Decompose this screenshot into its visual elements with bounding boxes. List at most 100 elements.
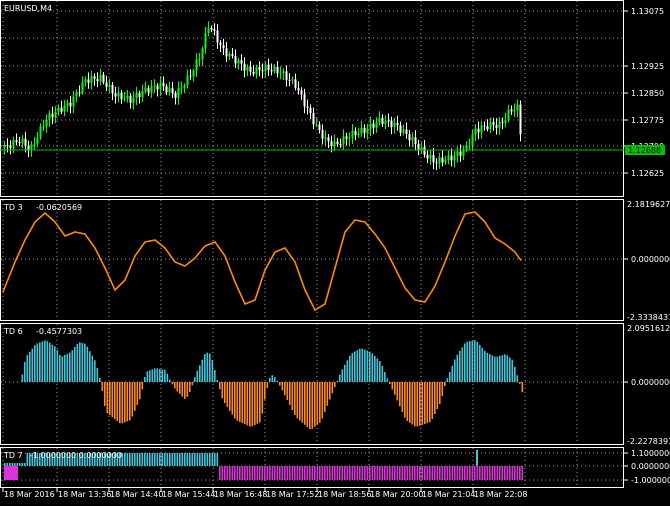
td6-bar [521, 382, 524, 393]
td7-bar [364, 466, 366, 480]
td6-bar [519, 382, 521, 384]
td6-bar [29, 351, 31, 382]
td6-bar [316, 382, 319, 425]
td6-bar [486, 352, 489, 383]
candle-body [519, 104, 522, 135]
td6-bar [254, 382, 256, 425]
td7-bar [296, 466, 299, 480]
td7-axis-top: 1.1000000 [631, 449, 670, 458]
price-tick: 1.12850 [631, 89, 664, 98]
candle-body [327, 137, 330, 142]
td7-bar [484, 466, 486, 480]
td6-bar [41, 341, 44, 382]
candle-body [36, 137, 39, 144]
td6-bar [324, 382, 326, 412]
candle-body [204, 32, 207, 49]
td6-bar [36, 343, 39, 382]
td7-bar [311, 466, 314, 480]
candle-body [195, 59, 198, 71]
candle-body [186, 75, 189, 86]
td7-bar [406, 466, 409, 480]
time-tick: 18 Mar 16:48 [214, 490, 267, 499]
td6-bar [366, 350, 369, 382]
candle-body [501, 121, 504, 123]
td6-bar [26, 355, 29, 382]
td7-bar [144, 453, 146, 466]
td6-bar [456, 354, 459, 383]
td6-bar [89, 351, 91, 382]
td6-bar [159, 368, 161, 382]
candle-body [153, 85, 156, 87]
td7-bar [506, 466, 509, 480]
td6-bar [474, 340, 476, 382]
candle-body [60, 107, 63, 112]
td7-bar [131, 453, 134, 466]
td7-bar [369, 466, 371, 480]
td6-bar [281, 382, 284, 391]
candle-body [222, 45, 225, 49]
td7-label: TD 7 [3, 451, 23, 460]
td6-bar [206, 352, 209, 382]
td6-bar [516, 375, 519, 382]
td7-bar [214, 453, 216, 466]
td6-bar [256, 382, 259, 424]
td7-bar [504, 466, 506, 480]
td7-bar [141, 453, 144, 466]
td6-bar [231, 382, 234, 415]
td6-bar [51, 344, 54, 383]
candle-body [6, 145, 9, 147]
candle-body [408, 133, 411, 141]
td7-bar [16, 463, 19, 466]
candle-body [480, 125, 483, 133]
td7-bar [511, 466, 514, 480]
td6-bar [46, 341, 49, 383]
td6-bar [349, 355, 351, 382]
candle-body [354, 130, 357, 136]
candle-body [486, 126, 489, 130]
td7-axis: 1.1000000 0.0000000 -1.0000000 [624, 449, 670, 485]
candle-body [156, 85, 159, 90]
candle-body [120, 92, 123, 100]
candle-body [339, 144, 342, 146]
td6-bar [194, 377, 196, 382]
td6-bar [386, 378, 389, 383]
td6-bar [174, 382, 176, 389]
price-tick: 1.12925 [631, 62, 664, 71]
candle-body [351, 130, 354, 138]
td7-bar [381, 466, 384, 480]
td6-bar [184, 382, 186, 399]
candle-body [207, 27, 210, 33]
candle-body [78, 92, 81, 94]
td7-bar [341, 466, 344, 480]
candle-body [321, 129, 324, 139]
td6-bar [94, 360, 96, 382]
td6-bar [401, 382, 404, 412]
td6-bar [309, 382, 311, 430]
candle-body [99, 74, 102, 82]
td6-bar [259, 382, 261, 423]
td6-bar [84, 343, 86, 382]
td6-bar [156, 368, 159, 382]
candle-body [159, 82, 162, 90]
td6-bar [411, 382, 414, 425]
td6-bar [239, 382, 241, 422]
td6-bar [314, 382, 316, 427]
trading-chart[interactable]: EURUSD,M4 TD 3 -0.0620569 TD 6 -0.457730… [0, 0, 670, 502]
time-tick: 18 Mar 15:44 [162, 490, 215, 499]
td7-bar [146, 453, 149, 466]
td7-bar [281, 466, 284, 480]
candle-body [165, 86, 168, 93]
candle-body [360, 127, 363, 134]
td6-axis-bottom: -2.2278391 [627, 437, 670, 446]
td6-bar [234, 382, 236, 419]
td6-bar [406, 382, 409, 421]
td6-bar [119, 382, 121, 424]
td6-bar [99, 378, 101, 382]
td7-bar [426, 466, 429, 480]
td7-bar [256, 466, 259, 480]
td6-bar [321, 382, 324, 419]
td6-bar [354, 351, 356, 382]
td7-bar [476, 450, 478, 466]
td6-bar [479, 344, 481, 382]
td6-bar [431, 382, 434, 419]
